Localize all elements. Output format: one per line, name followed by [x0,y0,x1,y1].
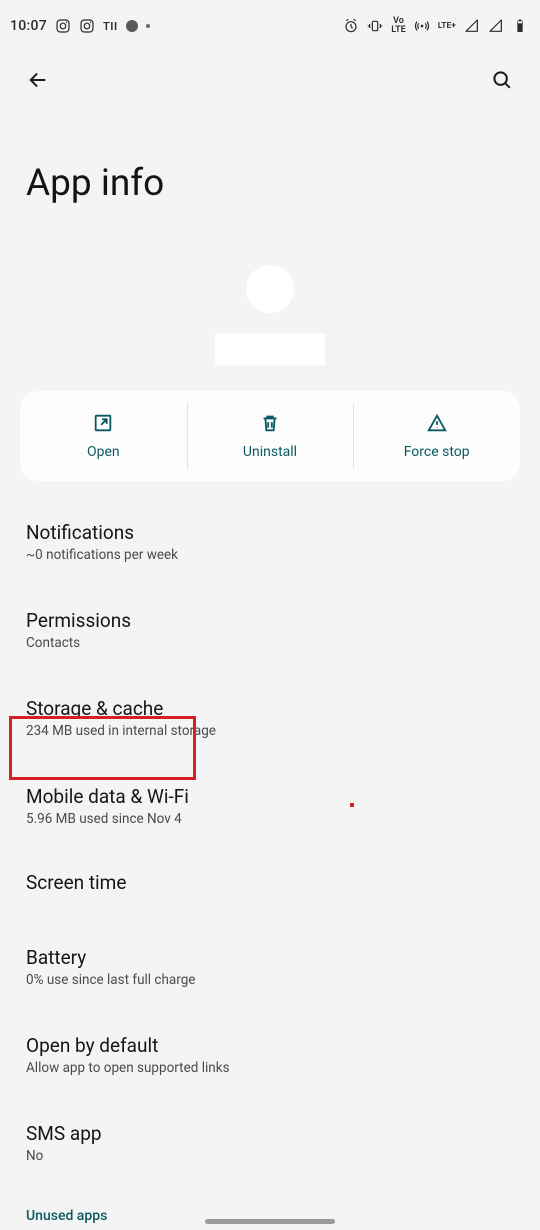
instagram-icon [55,18,71,34]
item-title: Notifications [26,521,514,544]
volte-icon: VoLTE [391,17,405,35]
battery-item[interactable]: Battery 0% use since last full charge [0,932,540,1002]
item-subtitle: Contacts [26,635,514,651]
status-right: VoLTE LTE+ [343,17,528,35]
uninstall-label: Uninstall [243,444,297,460]
item-title: Permissions [26,609,514,632]
nav-indicator[interactable] [205,1219,335,1224]
item-subtitle: 234 MB used in internal storage [26,723,514,739]
force-stop-button[interactable]: Force stop [353,391,520,481]
top-app-bar [0,52,540,108]
screen-time-item[interactable]: Screen time [0,849,540,916]
dot-small-icon [146,24,150,28]
item-subtitle: No [26,1148,514,1164]
dot-icon [126,20,138,32]
trash-icon [259,412,281,434]
hotspot-icon [414,18,430,34]
app-name [215,333,325,365]
item-subtitle: 5.96 MB used since Nov 4 [26,811,514,827]
open-by-default-item[interactable]: Open by default Allow app to open suppor… [0,1020,540,1090]
status-text-icon: TII [103,20,118,33]
lte-plus-icon: LTE+ [438,22,456,31]
instagram-icon [79,18,95,34]
status-left: 10:07 TII [10,18,150,34]
item-title: Screen time [26,871,514,894]
item-subtitle: ~0 notifications per week [26,547,514,563]
item-title: Open by default [26,1034,514,1057]
signal-icon [464,18,480,34]
open-external-icon [92,412,114,434]
sms-app-item[interactable]: SMS app No [0,1108,540,1178]
status-clock: 10:07 [10,18,47,34]
item-title: Battery [26,946,514,969]
item-title: Storage & cache [26,697,514,720]
permissions-item[interactable]: Permissions Contacts [0,595,540,665]
open-button[interactable]: Open [20,391,187,481]
item-subtitle: 0% use since last full charge [26,972,514,988]
warning-icon [426,412,448,434]
battery-icon [512,18,528,34]
open-label: Open [87,444,120,460]
vibrate-icon [367,18,383,34]
app-identity [0,265,540,365]
signal-icon [488,18,504,34]
back-button[interactable] [18,60,58,100]
app-icon [246,265,294,313]
mobile-data-item[interactable]: Mobile data & Wi-Fi 5.96 MB used since N… [0,771,540,841]
item-subtitle: Allow app to open supported links [26,1060,514,1076]
uninstall-button[interactable]: Uninstall [187,391,354,481]
page-title: App info [0,108,540,265]
settings-list: Notifications ~0 notifications per week … [0,507,540,1230]
notifications-item[interactable]: Notifications ~0 notifications per week [0,507,540,577]
item-title: SMS app [26,1122,514,1145]
action-row: Open Uninstall Force stop [20,391,520,481]
alarm-icon [343,18,359,34]
storage-item[interactable]: Storage & cache 234 MB used in internal … [0,683,540,753]
search-button[interactable] [482,60,522,100]
force-stop-label: Force stop [404,444,470,460]
item-title: Mobile data & Wi-Fi [26,785,514,808]
status-bar: 10:07 TII VoLTE LTE+ [0,0,540,52]
arrow-left-icon [27,69,49,91]
search-icon [491,69,513,91]
annotation-dot [350,803,354,807]
